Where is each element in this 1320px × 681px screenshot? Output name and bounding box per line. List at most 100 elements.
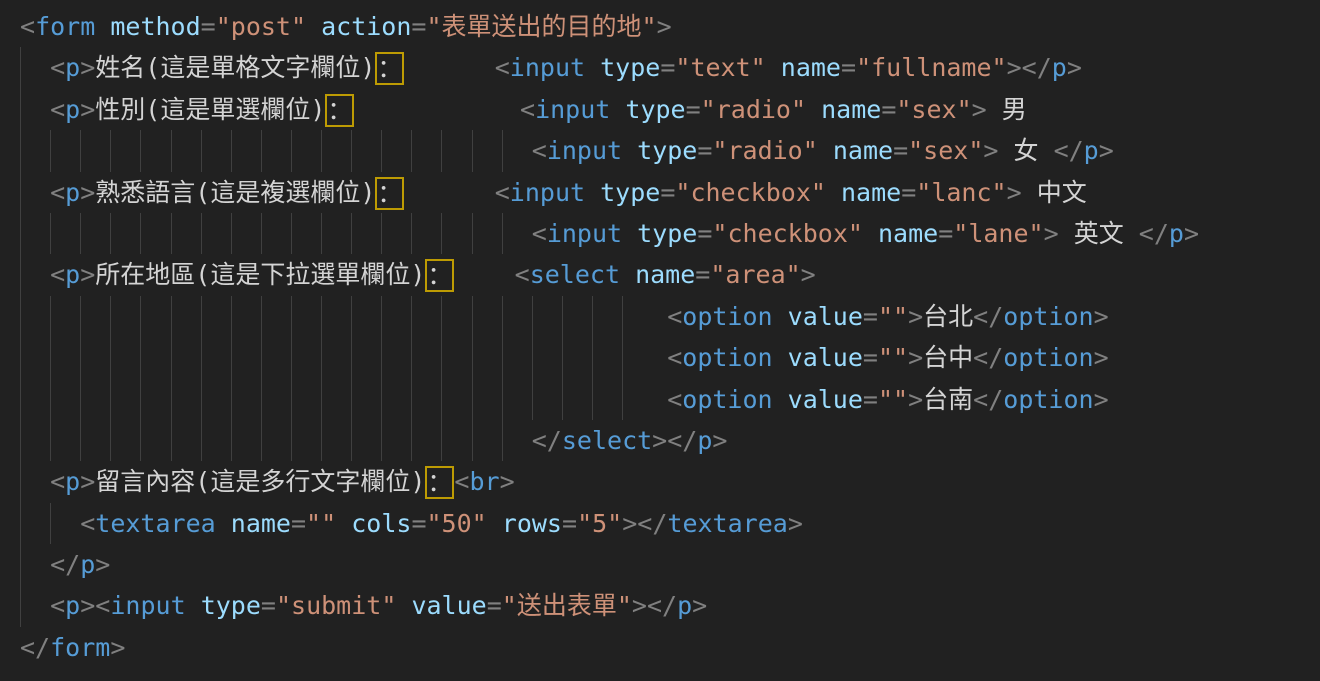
token-string-value: "radio" xyxy=(712,136,817,165)
code-line[interactable]: <p>留言內容(這是多行文字欄位)：<br> xyxy=(20,461,1320,502)
token-tag-name: p xyxy=(1052,53,1067,82)
token-punctuation: = xyxy=(411,509,426,538)
token-tag-name: input xyxy=(535,95,610,124)
indent-guide xyxy=(411,420,412,461)
indent-guide xyxy=(472,296,473,337)
indent-guide xyxy=(20,585,21,626)
code-line[interactable]: </p> xyxy=(20,544,1320,585)
code-line[interactable]: <input type="radio" name="sex"> 女 </p> xyxy=(20,130,1320,171)
indent-guide xyxy=(110,379,111,420)
code-line[interactable]: <input type="checkbox" name="lane"> 英文 <… xyxy=(20,213,1320,254)
indent-guide xyxy=(201,130,202,171)
indent-guide xyxy=(411,296,412,337)
code-line[interactable]: <p>所在地區(這是下拉選單欄位)： <select name="area"> xyxy=(20,254,1320,295)
token-string-value: "checkbox" xyxy=(712,219,863,248)
code-line[interactable]: <p>性別(這是單選欄位)： <input type="radio" name=… xyxy=(20,89,1320,130)
token-plain-text: 台北 xyxy=(923,302,973,331)
code-line[interactable]: <option value="">台中</option> xyxy=(20,337,1320,378)
token-string-value: "50" xyxy=(427,509,487,538)
indent-guide xyxy=(351,379,352,420)
indent-guide xyxy=(562,296,563,337)
token-plain-text xyxy=(20,591,50,620)
token-tag-name: input xyxy=(510,178,585,207)
token-punctuation: < xyxy=(667,385,682,414)
indent-guide xyxy=(261,296,262,337)
indent-guide xyxy=(231,379,232,420)
code-line[interactable]: <option value="">台南</option> xyxy=(20,379,1320,420)
token-string-value: "sex" xyxy=(908,136,983,165)
token-plain-text xyxy=(20,219,532,248)
token-plain-text xyxy=(622,136,637,165)
token-plain-text xyxy=(585,178,600,207)
token-plain-text xyxy=(336,509,351,538)
indent-guide xyxy=(80,337,81,378)
token-tag-name: p xyxy=(677,591,692,620)
code-line[interactable]: </form> xyxy=(20,627,1320,668)
indent-guide xyxy=(441,130,442,171)
token-punctuation: > xyxy=(632,591,647,620)
token-plain-text xyxy=(585,53,600,82)
indent-guide xyxy=(351,420,352,461)
indent-guide xyxy=(381,420,382,461)
indent-guide xyxy=(171,213,172,254)
token-punctuation: > xyxy=(1044,219,1059,248)
code-line[interactable]: <form method="post" action="表單送出的目的地"> xyxy=(20,6,1320,47)
token-punctuation: = xyxy=(562,509,577,538)
token-plain-text xyxy=(487,509,502,538)
token-plain-text xyxy=(20,53,50,82)
token-punctuation: > xyxy=(1067,53,1082,82)
code-line[interactable]: <p>熟悉語言(這是複選欄位)： <input type="checkbox" … xyxy=(20,172,1320,213)
token-string-value: "area" xyxy=(710,260,800,289)
token-string-value: "5" xyxy=(577,509,622,538)
indent-guide xyxy=(50,130,51,171)
token-punctuation: </ xyxy=(20,633,50,662)
token-tag-name: p xyxy=(65,53,80,82)
indent-guide xyxy=(80,296,81,337)
indent-guide xyxy=(20,296,21,337)
indent-guide xyxy=(381,213,382,254)
code-line[interactable]: <p><input type="submit" value="送出表單"></p… xyxy=(20,585,1320,626)
token-punctuation: > xyxy=(657,12,672,41)
token-punctuation: < xyxy=(50,591,65,620)
indent-guide xyxy=(261,130,262,171)
indent-guide xyxy=(50,296,51,337)
indent-guide xyxy=(411,337,412,378)
token-punctuation: = xyxy=(201,12,216,41)
token-punctuation: = xyxy=(893,136,908,165)
token-tag-name: textarea xyxy=(95,509,215,538)
code-line[interactable]: <option value="">台北</option> xyxy=(20,296,1320,337)
token-tag-name: option xyxy=(682,302,772,331)
token-tag-name: p xyxy=(1084,136,1099,165)
token-string-value: "" xyxy=(878,302,908,331)
indent-guide xyxy=(622,296,623,337)
indent-guide xyxy=(441,213,442,254)
token-plain-text xyxy=(20,178,50,207)
indent-guide xyxy=(441,296,442,337)
token-plain-text xyxy=(216,509,231,538)
code-editor[interactable]: <form method="post" action="表單送出的目的地"> <… xyxy=(0,0,1320,681)
indent-guide xyxy=(321,420,322,461)
token-punctuation: > xyxy=(500,467,515,496)
token-plain-text xyxy=(396,591,411,620)
indent-guide xyxy=(20,89,21,130)
token-punctuation: < xyxy=(50,178,65,207)
token-punctuation: </ xyxy=(667,426,697,455)
code-line[interactable]: <textarea name="" cols="50" rows="5"></t… xyxy=(20,503,1320,544)
indent-guide xyxy=(20,47,21,88)
token-punctuation: </ xyxy=(50,550,80,579)
indent-guide xyxy=(171,296,172,337)
token-plain-text: 姓名(這是單格文字欄位) xyxy=(95,53,375,82)
indent-guide xyxy=(20,254,21,295)
code-line[interactable]: <p>姓名(這是單格文字欄位)： <input type="text" name… xyxy=(20,47,1320,88)
token-attribute-name: type xyxy=(625,95,685,124)
token-tag-name: select xyxy=(562,426,652,455)
token-tag-name: input xyxy=(547,136,622,165)
token-plain-text: 男 xyxy=(987,95,1027,124)
token-attribute-name: rows xyxy=(502,509,562,538)
code-line[interactable]: </select></p> xyxy=(20,420,1320,461)
token-string-value: "" xyxy=(306,509,336,538)
indent-guide xyxy=(291,379,292,420)
token-attribute-name: name xyxy=(231,509,291,538)
token-tag-name: p xyxy=(65,178,80,207)
indent-guide xyxy=(171,420,172,461)
